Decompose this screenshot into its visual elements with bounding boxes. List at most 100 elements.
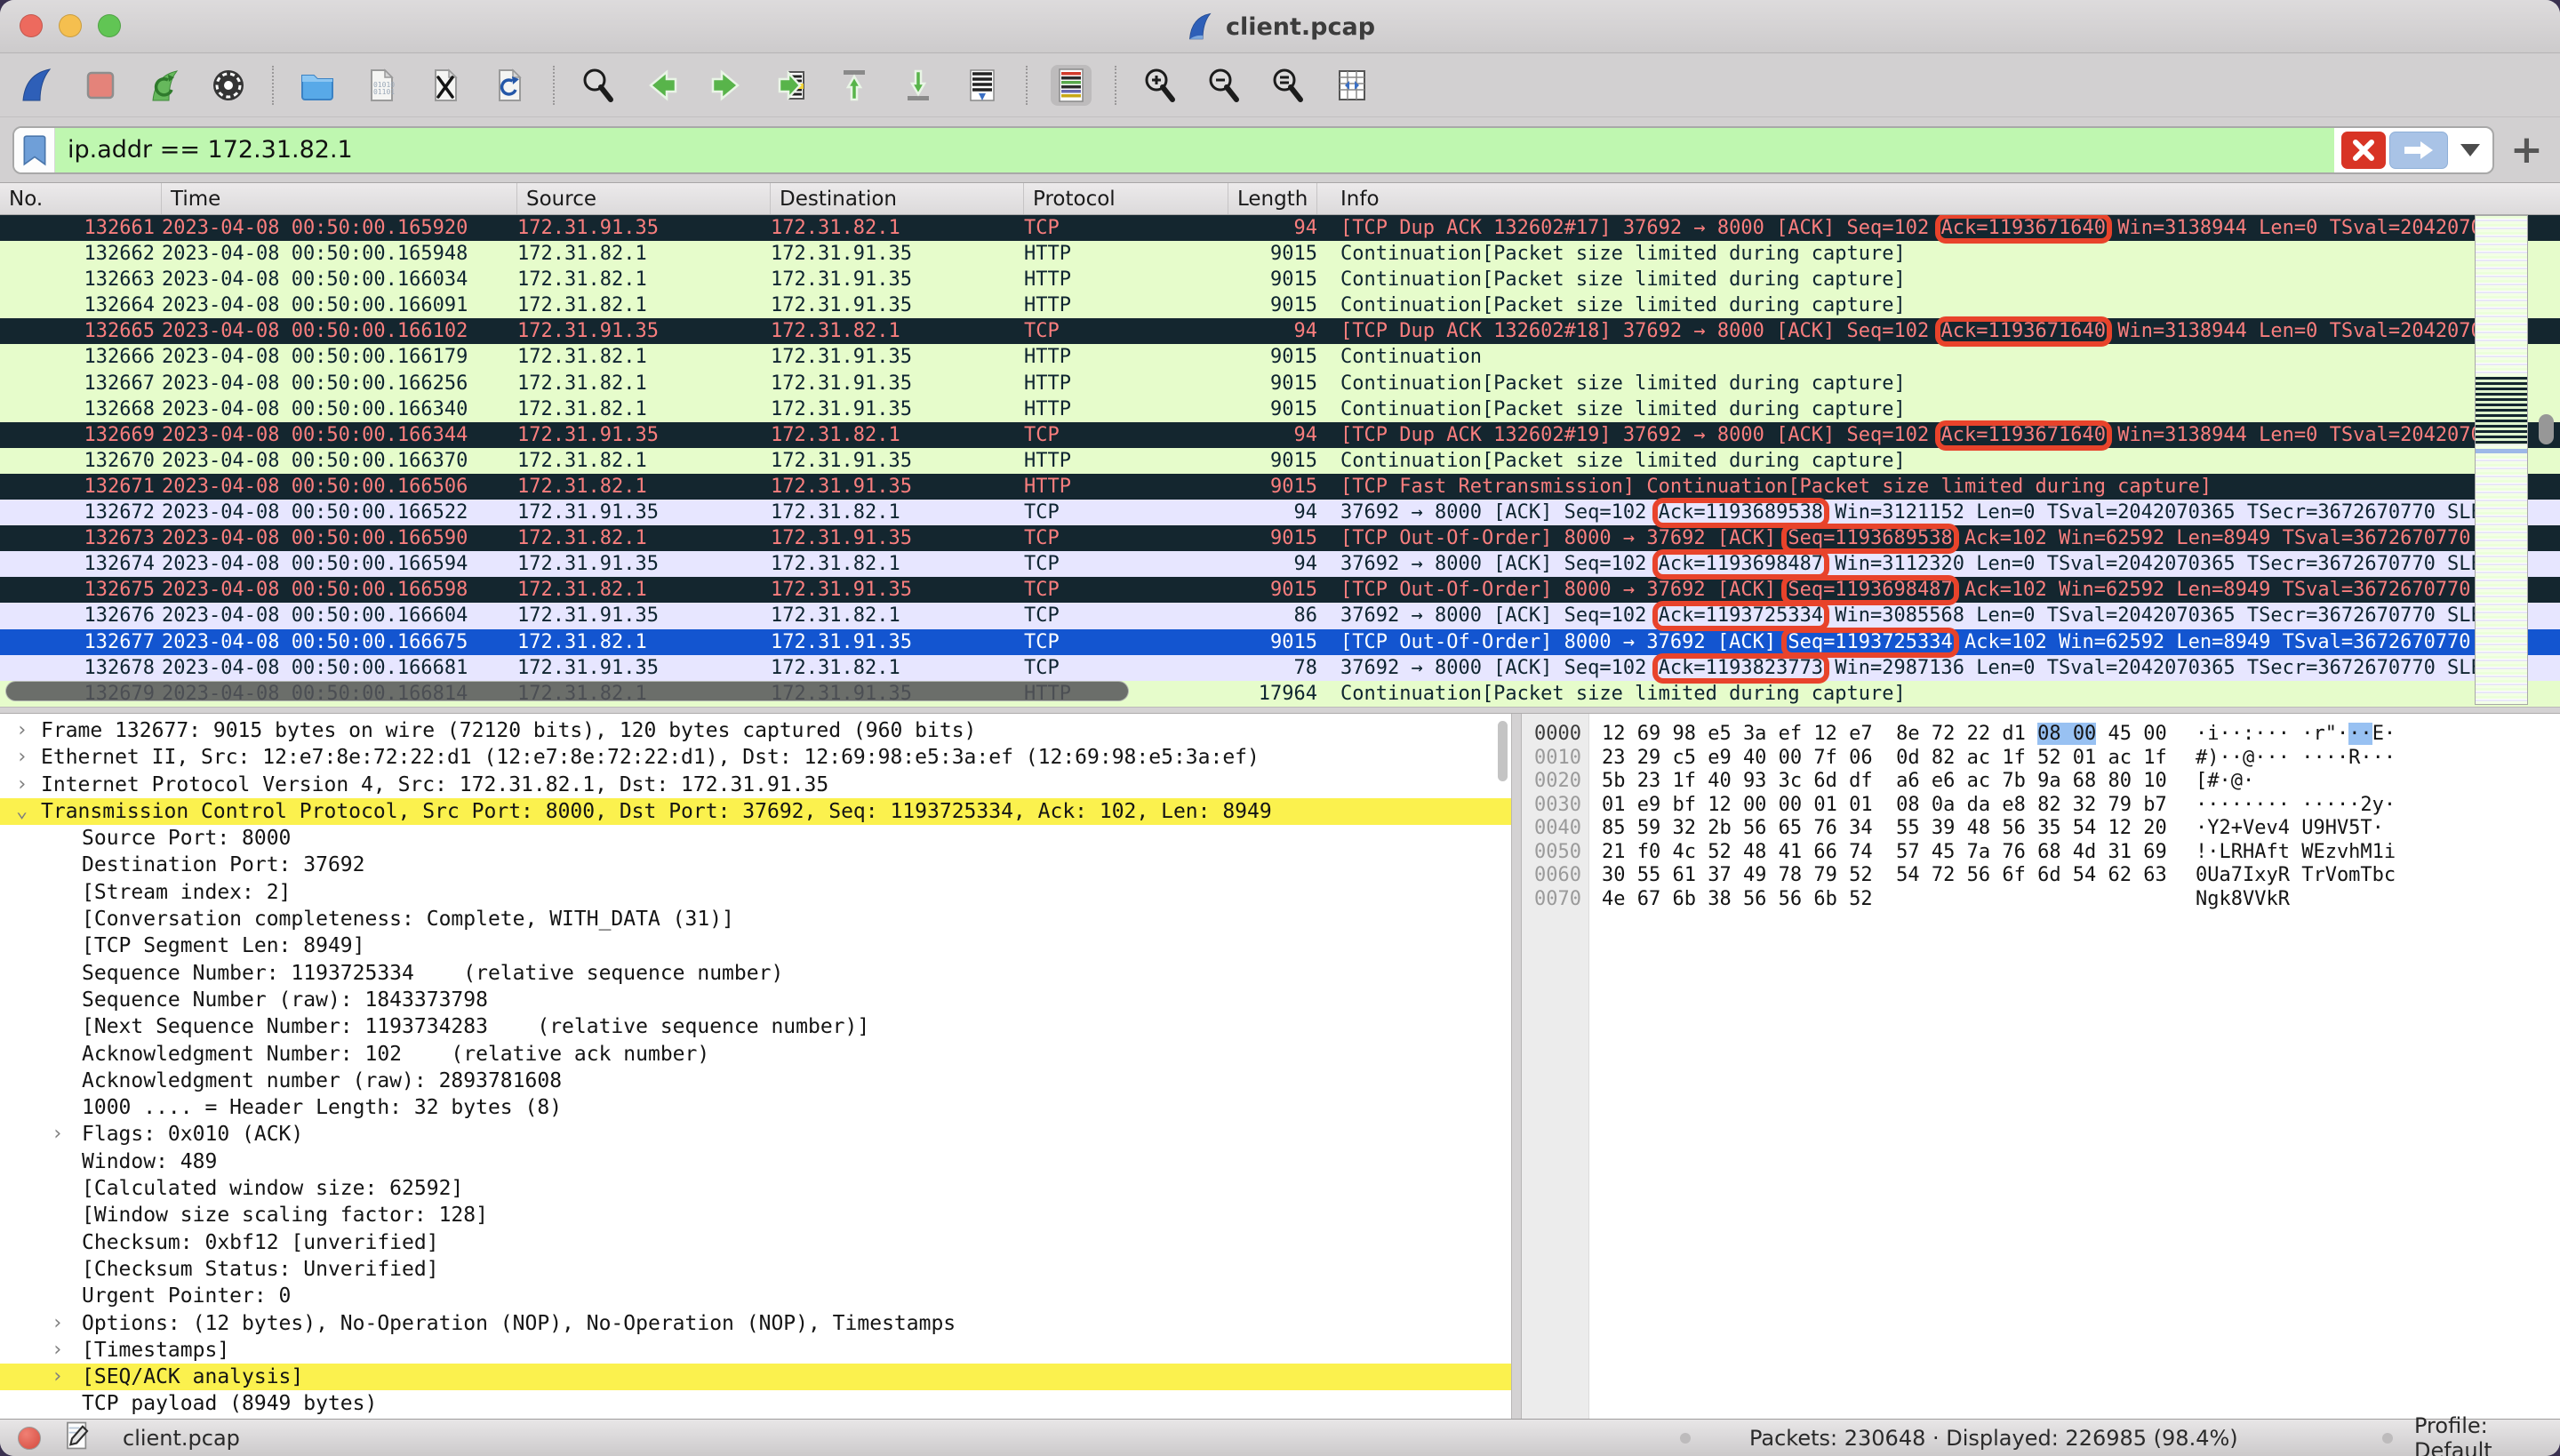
hex-ascii[interactable]: Ngk8VVkR: [2196, 888, 2290, 912]
column-header-length[interactable]: Length: [1228, 183, 1317, 214]
expander-chevron-icon[interactable]: ›: [52, 1364, 63, 1390]
packet-row-132671[interactable]: 1326712023-04-08 00:50:00.166506172.31.8…: [0, 474, 2560, 500]
detail-row[interactable]: [Checksum Status: Unverified]: [0, 1256, 1511, 1283]
detail-row[interactable]: [Calculated window size: 62592]: [0, 1175, 1511, 1202]
detail-row[interactable]: [TCP Segment Len: 8949]: [0, 932, 1511, 959]
hex-bytes[interactable]: 85 59 32 2b 56 65 76 34 55 39 48 56 35 5…: [1602, 817, 2167, 841]
auto-scroll-icon[interactable]: [962, 65, 1003, 106]
close-file-icon[interactable]: [425, 65, 466, 106]
hex-bytes[interactable]: 01 e9 bf 12 00 00 01 01 08 0a da e8 82 3…: [1602, 794, 2167, 818]
restart-capture-icon[interactable]: [144, 65, 185, 106]
hex-row-0020[interactable]: 00205b 23 1f 40 93 3c 6d df a6 e6 ac 7b …: [1522, 770, 2560, 794]
column-header-source[interactable]: Source: [517, 183, 771, 214]
packet-row-132673[interactable]: 1326732023-04-08 00:50:00.166590172.31.8…: [0, 525, 2560, 551]
detail-row[interactable]: Window: 489: [0, 1148, 1511, 1175]
detail-row[interactable]: Acknowledgment Number: 102 (relative ack…: [0, 1041, 1511, 1068]
detail-row[interactable]: ›Options: (12 bytes), No-Operation (NOP)…: [0, 1310, 1511, 1337]
hex-bytes[interactable]: 12 69 98 e5 3a ef 12 e7 8e 72 22 d1 08 0…: [1602, 723, 2167, 747]
hex-bytes[interactable]: 30 55 61 37 49 78 79 52 54 72 56 6f 6d 5…: [1602, 864, 2167, 888]
expander-chevron-icon[interactable]: ›: [16, 744, 28, 771]
packet-row-132662[interactable]: 1326622023-04-08 00:50:00.165948172.31.8…: [0, 241, 2560, 267]
detail-row[interactable]: [Stream index: 2]: [0, 879, 1511, 906]
go-first-icon[interactable]: [834, 65, 875, 106]
zoom-in-icon[interactable]: [1140, 65, 1180, 106]
detail-row[interactable]: ›Flags: 0x010 (ACK): [0, 1121, 1511, 1148]
pane-splitter[interactable]: [0, 707, 2560, 714]
hex-row-0000[interactable]: 000012 69 98 e5 3a ef 12 e7 8e 72 22 d1 …: [1522, 723, 2560, 747]
colorize-icon[interactable]: [1051, 65, 1092, 106]
packet-row-132661[interactable]: 1326612023-04-08 00:50:00.165920172.31.9…: [0, 215, 2560, 241]
zoom-out-icon[interactable]: [1204, 65, 1244, 106]
open-file-icon[interactable]: [297, 65, 338, 106]
expander-chevron-icon[interactable]: ›: [16, 717, 28, 744]
detail-row[interactable]: ›Internet Protocol Version 4, Src: 172.3…: [0, 772, 1511, 798]
apply-filter-button[interactable]: [2389, 132, 2448, 169]
hex-ascii[interactable]: 0Ua7IxyR TrVomTbc: [2196, 864, 2396, 888]
detail-row[interactable]: Acknowledgment number (raw): 2893781608: [0, 1068, 1511, 1094]
expander-chevron-icon[interactable]: ›: [52, 1121, 63, 1148]
vertical-scrollbar-thumb[interactable]: [2539, 414, 2554, 444]
detail-row[interactable]: Checksum: 0xbf12 [unverified]: [0, 1229, 1511, 1256]
expander-chevron-icon[interactable]: ›: [16, 772, 28, 798]
column-header-destination[interactable]: Destination: [771, 183, 1024, 214]
zoom-original-icon[interactable]: [1268, 65, 1308, 106]
title-bar[interactable]: client.pcap: [0, 0, 2560, 53]
reload-file-icon[interactable]: [489, 65, 530, 106]
horizontal-scrollbar-thumb[interactable]: [5, 681, 1129, 701]
expert-info-icon[interactable]: [18, 1427, 41, 1450]
packet-row-132663[interactable]: 1326632023-04-08 00:50:00.166034172.31.8…: [0, 267, 2560, 292]
detail-scrollbar-thumb[interactable]: [1498, 721, 1508, 781]
detail-row[interactable]: [Window size scaling factor: 128]: [0, 1202, 1511, 1228]
packet-row-132666[interactable]: 1326662023-04-08 00:50:00.166179172.31.8…: [0, 344, 2560, 370]
filter-dropdown-caret[interactable]: [2460, 144, 2480, 156]
add-filter-button[interactable]: +: [2510, 132, 2543, 168]
detail-row[interactable]: ›Ethernet II, Src: 12:e7:8e:72:22:d1 (12…: [0, 744, 1511, 771]
hex-bytes[interactable]: 4e 67 6b 38 56 56 6b 52: [1602, 888, 1873, 912]
packet-row-132677[interactable]: 1326772023-04-08 00:50:00.166675172.31.8…: [0, 629, 2560, 655]
hex-row-0070[interactable]: 00704e 67 6b 38 56 56 6b 52Ngk8VVkR: [1522, 888, 2560, 912]
detail-row[interactable]: ⌄Transmission Control Protocol, Src Port…: [0, 798, 1511, 825]
packet-row-132665[interactable]: 1326652023-04-08 00:50:00.166102172.31.9…: [0, 318, 2560, 344]
resize-columns-icon[interactable]: [1332, 65, 1372, 106]
detail-row[interactable]: [Next Sequence Number: 1193734283 (relat…: [0, 1013, 1511, 1040]
expander-chevron-icon[interactable]: ›: [52, 1310, 63, 1337]
detail-row[interactable]: Destination Port: 37692: [0, 852, 1511, 878]
hex-row-0010[interactable]: 001023 29 c5 e9 40 00 7f 06 0d 82 ac 1f …: [1522, 747, 2560, 771]
intelligent-scrollbar-minimap[interactable]: [2475, 215, 2528, 705]
hex-row-0040[interactable]: 004085 59 32 2b 56 65 76 34 55 39 48 56 …: [1522, 817, 2560, 841]
expander-chevron-icon[interactable]: ⌄: [16, 798, 28, 825]
capture-options-icon[interactable]: [208, 65, 249, 106]
column-header-info[interactable]: Info: [1317, 183, 2560, 214]
packet-row-132676[interactable]: 1326762023-04-08 00:50:00.166604172.31.9…: [0, 603, 2560, 628]
detail-row[interactable]: ›[Timestamps]: [0, 1337, 1511, 1364]
packet-row-132667[interactable]: 1326672023-04-08 00:50:00.166256172.31.8…: [0, 371, 2560, 396]
hex-ascii[interactable]: ········ ·····2y·: [2196, 794, 2396, 818]
find-packet-icon[interactable]: [578, 65, 619, 106]
hex-bytes[interactable]: 5b 23 1f 40 93 3c 6d df a6 e6 ac 7b 9a 6…: [1602, 770, 2167, 794]
status-profile[interactable]: Profile: Default: [2414, 1413, 2560, 1456]
packet-row-132678[interactable]: 1326782023-04-08 00:50:00.166681172.31.9…: [0, 655, 2560, 681]
go-back-icon[interactable]: [642, 65, 683, 106]
go-forward-icon[interactable]: [706, 65, 747, 106]
detail-row[interactable]: [Conversation completeness: Complete, WI…: [0, 906, 1511, 932]
packet-row-132674[interactable]: 1326742023-04-08 00:50:00.166594172.31.9…: [0, 551, 2560, 577]
column-header-protocol[interactable]: Protocol: [1024, 183, 1228, 214]
display-filter-input[interactable]: ip.addr == 172.31.82.1: [55, 128, 2334, 172]
column-header-time[interactable]: Time: [162, 183, 517, 214]
packet-row-132675[interactable]: 1326752023-04-08 00:50:00.166598172.31.8…: [0, 577, 2560, 603]
expander-chevron-icon[interactable]: ›: [52, 1337, 63, 1364]
save-file-icon[interactable]: 0101001101: [361, 65, 402, 106]
detail-row[interactable]: ›[SEQ/ACK analysis]: [0, 1364, 1511, 1390]
hex-bytes[interactable]: 21 f0 4c 52 48 41 66 74 57 45 7a 76 68 4…: [1602, 841, 2167, 865]
hex-bytes[interactable]: 23 29 c5 e9 40 00 7f 06 0d 82 ac 1f 52 0…: [1602, 747, 2167, 771]
go-to-packet-icon[interactable]: [770, 65, 811, 106]
hex-row-0030[interactable]: 003001 e9 bf 12 00 00 01 01 08 0a da e8 …: [1522, 794, 2560, 818]
detail-hex-divider[interactable]: [1511, 714, 1522, 1419]
detail-row[interactable]: Source Port: 8000: [0, 825, 1511, 852]
detail-row[interactable]: ›Frame 132677: 9015 bytes on wire (72120…: [0, 717, 1511, 744]
wireshark-fin-icon[interactable]: [16, 65, 57, 106]
packet-row-132668[interactable]: 1326682023-04-08 00:50:00.166340172.31.8…: [0, 396, 2560, 422]
hex-ascii[interactable]: ·Y2+Vev4 U9HV5T·: [2196, 817, 2396, 841]
column-header-no[interactable]: No.: [0, 183, 162, 214]
hex-ascii[interactable]: #)··@··· ····R···: [2196, 747, 2396, 771]
